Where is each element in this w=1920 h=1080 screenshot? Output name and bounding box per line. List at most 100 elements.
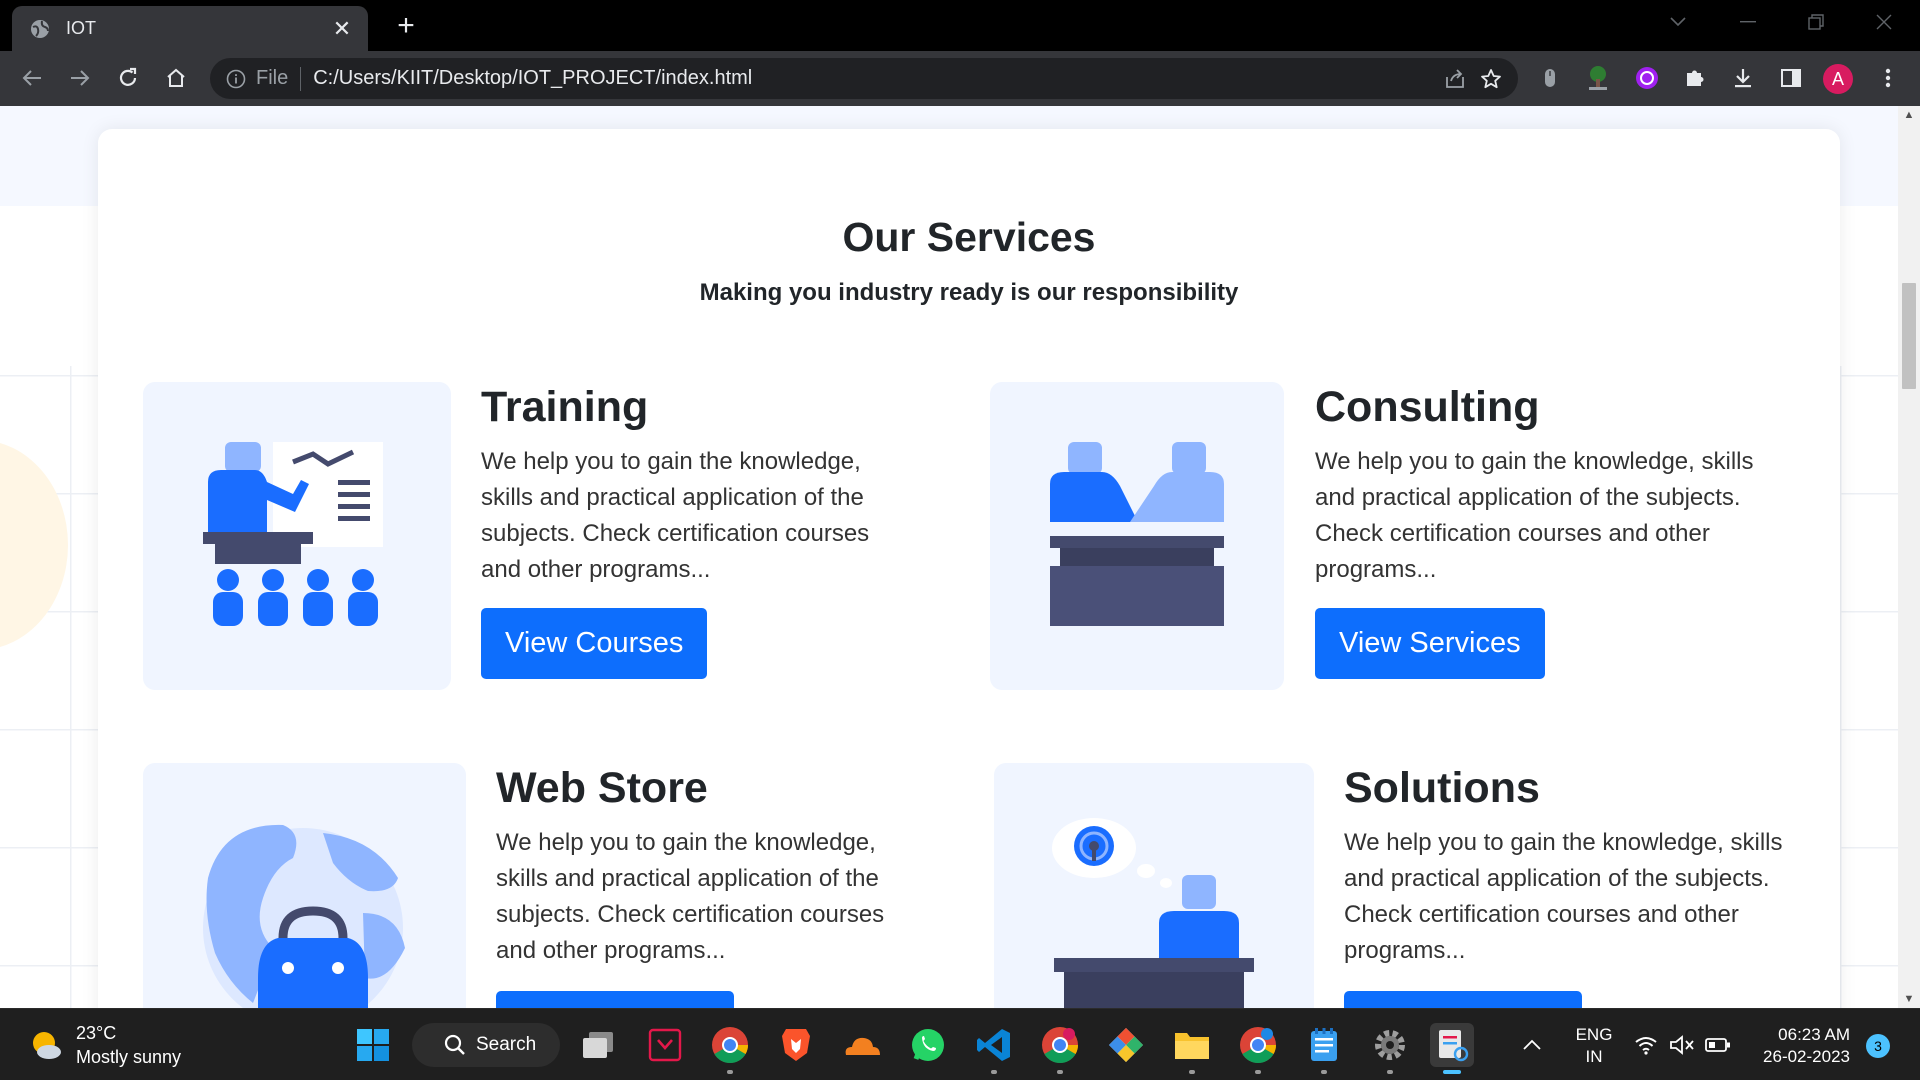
side-panel-icon[interactable]: [1773, 60, 1809, 96]
windows-taskbar: 23°C Mostly sunny Search ENG IN 06:23 AM…: [0, 1008, 1920, 1080]
chrome-icon[interactable]: [708, 1023, 752, 1074]
solutions-text: Solutions We help you to gain the knowle…: [1344, 763, 1814, 1008]
brave-browser-icon[interactable]: [774, 1023, 818, 1067]
consulting-text: Consulting We help you to gain the knowl…: [1315, 382, 1765, 679]
presentation-classroom-icon: [203, 442, 383, 626]
scroll-up-arrow-icon[interactable]: ▲: [1898, 106, 1920, 124]
task-view-icon[interactable]: [576, 1023, 620, 1067]
web-store-button[interactable]: [496, 991, 734, 1008]
solutions-illustration: [994, 763, 1314, 1008]
notepad-icon[interactable]: [1302, 1023, 1346, 1074]
address-divider: [300, 66, 302, 91]
service-title: Solutions: [1344, 764, 1540, 812]
running-indicator: [1387, 1070, 1393, 1074]
running-indicator: [1189, 1070, 1195, 1074]
chrome-secondary-icon[interactable]: [1236, 1023, 1280, 1074]
weather-temperature: 23°C: [76, 1023, 117, 1043]
training-text: Training We help you to gain the knowled…: [481, 382, 901, 679]
consulting-illustration: [990, 382, 1284, 690]
info-icon[interactable]: [226, 69, 246, 89]
cloudflare-icon[interactable]: [840, 1023, 884, 1067]
service-description: We help you to gain the knowledge, skill…: [496, 829, 885, 964]
extension-tree-icon[interactable]: [1580, 60, 1616, 96]
weather-description: Mostly sunny: [76, 1047, 182, 1067]
running-indicator: [1321, 1070, 1327, 1074]
new-tab-button[interactable]: +: [390, 9, 422, 42]
minimize-button[interactable]: [1718, 0, 1778, 44]
file-explorer-icon[interactable]: [1170, 1023, 1214, 1074]
running-indicator: [991, 1070, 997, 1074]
solutions-button[interactable]: [1344, 991, 1582, 1008]
show-hidden-icons-chevron-icon[interactable]: [1510, 1023, 1554, 1067]
globe-shopping-bag-icon: [203, 824, 405, 1008]
bookmark-star-icon[interactable]: [1480, 68, 1502, 90]
home-icon[interactable]: [158, 60, 194, 96]
address-bar[interactable]: File C:/Users/KIIT/Desktop/IOT_PROJECT/i…: [210, 58, 1518, 99]
training-illustration: [143, 382, 451, 690]
back-icon[interactable]: [14, 60, 50, 96]
search-label: Search: [476, 1034, 537, 1055]
page-scrollbar[interactable]: ▲ ▼: [1898, 106, 1920, 1008]
partly-sunny-icon: [33, 1032, 61, 1059]
handshake-consulting-icon: [1050, 442, 1224, 626]
clock-date: 26-02-2023: [1763, 1047, 1850, 1066]
settings-gear-icon[interactable]: [1368, 1023, 1412, 1074]
active-indicator: [1443, 1070, 1461, 1074]
whatsapp-icon[interactable]: [906, 1023, 950, 1067]
service-description: We help you to gain the knowledge, skill…: [1315, 448, 1754, 583]
taskbar-search[interactable]: Search: [412, 1023, 560, 1067]
snipping-tool-icon[interactable]: [643, 1023, 687, 1067]
weather-widget[interactable]: 23°C Mostly sunny: [28, 1021, 181, 1069]
service-title: Web Store: [496, 764, 708, 812]
language-indicator[interactable]: ENG IN: [1572, 1024, 1616, 1068]
service-title: Consulting: [1315, 383, 1540, 431]
tab-search-icon[interactable]: [1648, 0, 1708, 44]
language-code: ENG: [1575, 1025, 1613, 1044]
notification-badge[interactable]: 3: [1866, 1034, 1890, 1058]
section-subtitle: Making you industry ready is our respons…: [699, 279, 1239, 306]
extension-mouse-icon[interactable]: [1532, 60, 1568, 96]
extensions-puzzle-icon[interactable]: [1677, 60, 1713, 96]
scrollbar-thumb[interactable]: [1902, 283, 1916, 389]
globe-icon: [30, 19, 50, 39]
browser-toolbar: File C:/Users/KIIT/Desktop/IOT_PROJECT/i…: [0, 51, 1920, 106]
service-description: We help you to gain the knowledge, skill…: [1344, 829, 1783, 964]
address-url[interactable]: C:/Users/KIIT/Desktop/IOT_PROJECT/index.…: [313, 67, 1444, 90]
browser-tab-strip: IOT ✕ +: [0, 0, 1920, 51]
system-clock[interactable]: 06:23 AM 26-02-2023: [1750, 1024, 1850, 1068]
restore-button[interactable]: [1786, 0, 1846, 44]
vscode-icon[interactable]: [972, 1023, 1016, 1074]
section-title: Our Services: [842, 214, 1096, 260]
web-store-text: Web Store We help you to gain the knowle…: [496, 763, 916, 1008]
idea-thinking-icon: [1052, 818, 1254, 1008]
share-icon[interactable]: [1444, 68, 1466, 90]
page-viewport: Our Services Making you industry ready i…: [0, 106, 1898, 1008]
snipping-capture-icon[interactable]: [1430, 1023, 1474, 1074]
reload-icon[interactable]: [110, 60, 146, 96]
clock-time: 06:23 AM: [1778, 1025, 1850, 1044]
services-card: Our Services Making you industry ready i…: [98, 129, 1840, 1008]
browser-tab[interactable]: IOT ✕: [12, 6, 368, 51]
extension-purple-icon[interactable]: [1629, 60, 1665, 96]
search-icon: [444, 1034, 465, 1055]
view-courses-button[interactable]: View Courses: [481, 608, 708, 679]
language-region: IN: [1585, 1047, 1603, 1066]
running-indicator: [727, 1070, 733, 1074]
tab-title: IOT: [66, 18, 96, 38]
battery-icon[interactable]: [1696, 1023, 1740, 1067]
address-scheme-label: File: [256, 67, 289, 89]
git-app-icon[interactable]: [1104, 1023, 1148, 1067]
running-indicator: [1057, 1070, 1063, 1074]
web-store-illustration: [143, 763, 466, 1008]
forward-icon[interactable]: [62, 60, 98, 96]
more-menu-icon[interactable]: [1870, 60, 1906, 96]
profile-avatar[interactable]: A: [1823, 64, 1853, 94]
close-window-button[interactable]: [1854, 0, 1914, 44]
scroll-down-arrow-icon[interactable]: ▼: [1898, 990, 1920, 1008]
close-tab-icon[interactable]: ✕: [330, 16, 354, 41]
windows-start-icon[interactable]: [351, 1023, 395, 1067]
chrome-profile-icon[interactable]: [1038, 1023, 1082, 1074]
view-services-button[interactable]: View Services: [1315, 608, 1545, 679]
download-icon[interactable]: [1725, 60, 1761, 96]
running-indicator: [1255, 1070, 1261, 1074]
